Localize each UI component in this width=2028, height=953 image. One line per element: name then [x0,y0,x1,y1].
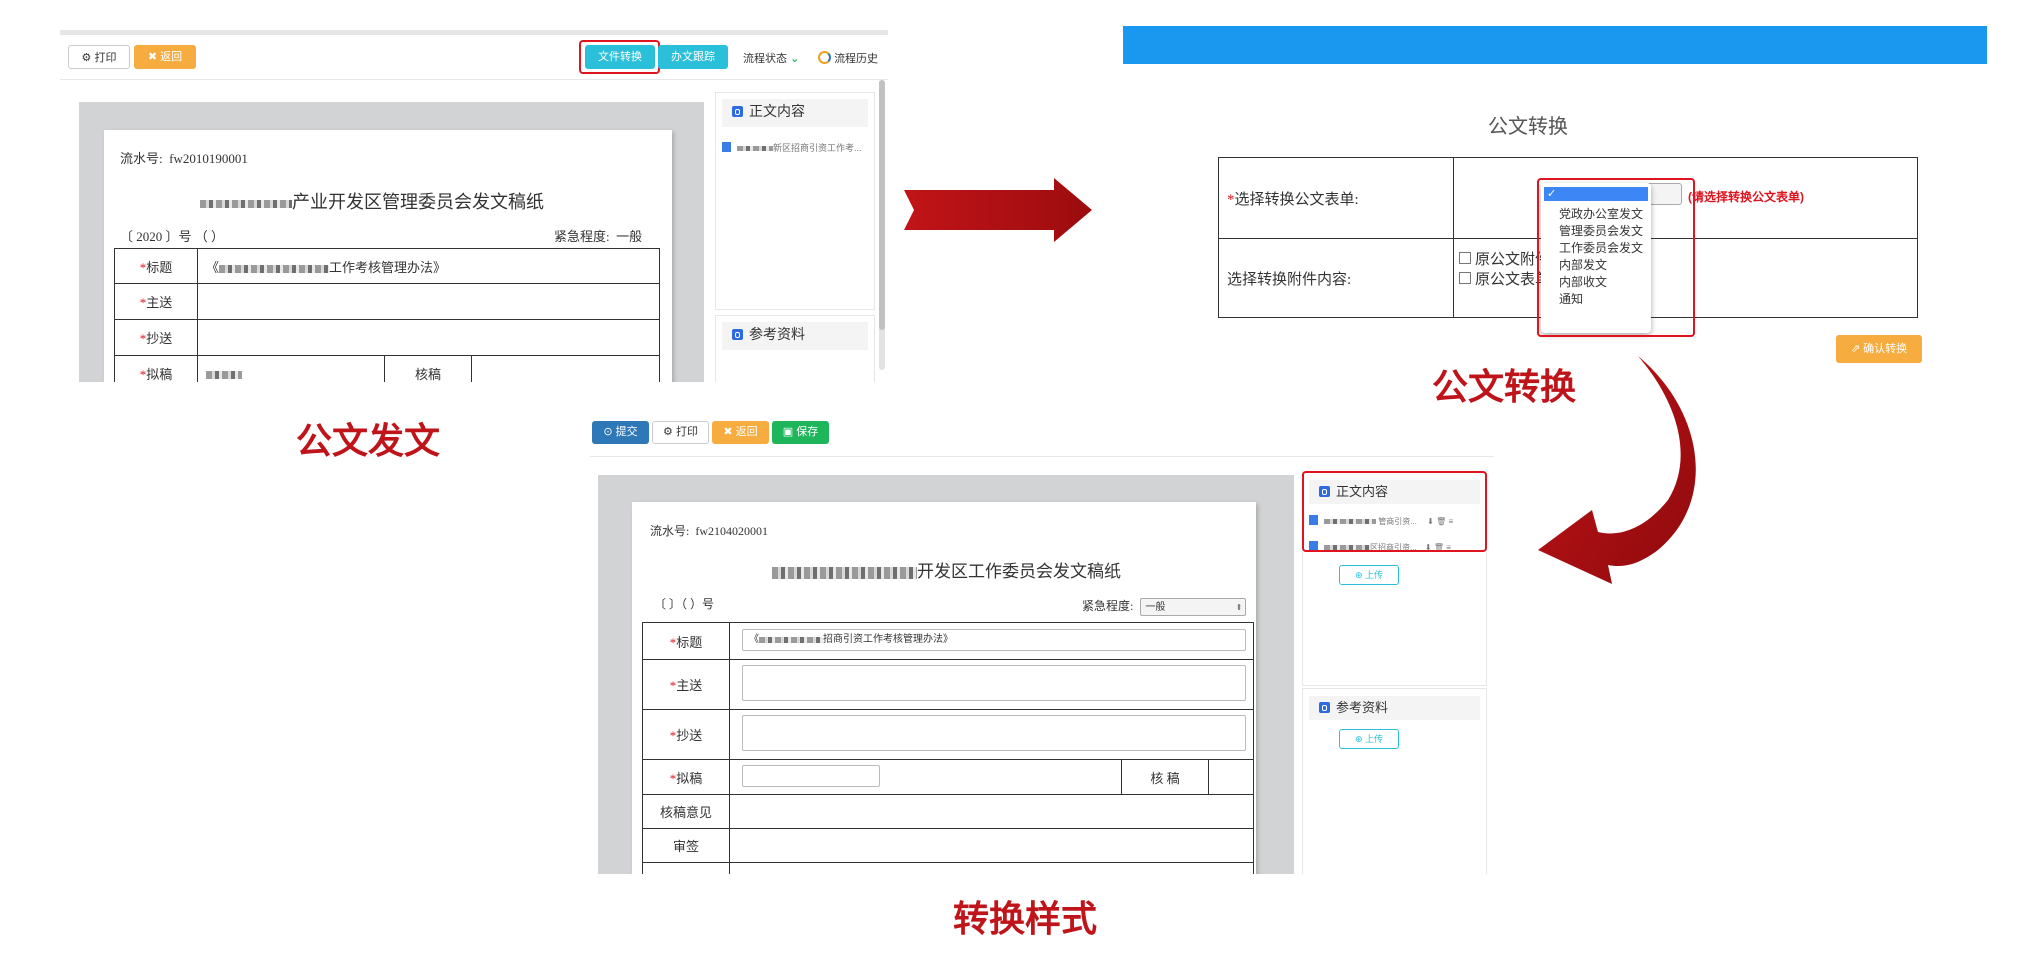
convert-title: 公文转换 [1488,116,1568,138]
side-reference-panel: 参考资料 ⊕ 上传 [1302,688,1487,874]
print-button[interactable]: ⚙ 打印 [652,421,709,444]
chevron-down-icon: ⌄ [790,53,800,65]
doc-paper: 流水号: fw2010190001 产业开发区管理委员会发文稿纸 〔 2020 … [104,130,672,382]
convert-top-bar [1123,26,1987,64]
doc-title: 开发区工作委员会发文稿纸 [772,557,1121,582]
scrollbar[interactable] [879,80,885,370]
upload-button[interactable]: ⊕ 上传 [1339,729,1399,749]
reference-header: 参考资料 [722,322,868,350]
urgency: 紧急程度: 一般 [554,229,643,244]
select-arrow-icon: ⇕ [1235,603,1243,613]
body-content-header: 正文内容 [722,99,868,127]
share-icon: ⇗ [1850,343,1861,355]
side-body-panel: 正文内容 新区招商引资工作考... [715,92,875,310]
screen-style: ⊙ 提交 ⚙ 打印 ✖ 返回 ▣ 保存 流水号: fw2104020001 开发… [590,420,1494,874]
curved-arrow-icon [1538,356,1696,584]
doc-paper: 流水号: fw2104020001 开发区工作委员会发文稿纸 〔 〕（ ）号 紧… [632,502,1256,874]
screen-convert: 公文转换 *选择转换公文表单: 选择转换附件内容: 原公文附件 原公文表单 (请… [1123,26,1987,366]
confirm-convert-button[interactable]: ⇗ 确认转换 [1836,335,1922,363]
back-button[interactable]: ✖ 返回 [712,421,769,444]
doc-title: 产业开发区管理委员会发文稿纸 [200,188,544,214]
urgency: 紧急程度: 一般 ⇕ [1082,597,1247,617]
attachment-icon [1319,702,1330,713]
checkbox-icon [1459,272,1471,284]
doc-number: 〔 〕（ ）号 [654,597,715,611]
serial-number: 流水号: fw2010190001 [120,151,248,166]
doc-number: 〔 2020 〕号 （ ） [120,229,225,244]
back-button[interactable]: ✖ 返回 [134,45,196,69]
circle-icon [818,51,831,64]
file-item[interactable]: 新区招商引资工作考... [722,141,862,154]
caption-style: 转换样式 [953,899,1098,940]
attachment-icon [732,106,743,117]
toolbar: ⊙ 提交 ⚙ 打印 ✖ 返回 ▣ 保存 [590,420,1494,457]
urgency-select[interactable]: 一般 ⇕ [1140,598,1247,617]
screen-send: ⚙ 打印 ✖ 返回 文件转换 办文跟踪 流程状态 ⌄ 流程历史 流水号: fw2… [60,30,888,382]
gear-icon: ⚙ [81,52,92,64]
highlight-file-convert [579,40,660,74]
select-hint: (请选择转换公文表单) [1688,190,1804,204]
main-send-input[interactable] [742,665,1246,701]
print-button[interactable]: ⚙ 打印 [68,45,130,69]
cc-input[interactable] [742,715,1246,751]
draft-input[interactable] [742,765,880,787]
save-icon: ▣ [782,426,794,438]
reference-header: 参考资料 [1309,696,1480,720]
checkbox-icon [1459,252,1471,264]
row1-label: 选择转换公文表单: [1234,191,1359,208]
clock-icon: ⊙ [603,426,613,438]
close-icon: ✖ [723,426,733,438]
upload-icon: ⊕ [1354,734,1363,744]
close-icon: ✖ [147,51,158,63]
flow-history-button[interactable]: 流程历史 [818,50,878,66]
row2-label: 选择转换附件内容: [1227,271,1352,288]
side-reference-panel: 参考资料 [715,315,875,382]
word-file-icon [722,142,731,152]
upload-button[interactable]: ⊕ 上传 [1339,565,1399,585]
submit-button[interactable]: ⊙ 提交 [592,421,649,444]
flow-status-dropdown[interactable]: 流程状态 ⌄ [743,50,799,66]
gear-icon: ⚙ [663,426,673,438]
upload-icon: ⊕ [1354,570,1363,580]
save-button[interactable]: ▣ 保存 [772,421,829,444]
serial-number: 流水号: fw2104020001 [650,524,769,538]
title-input[interactable]: 《招商引资工作考核管理办法》 [742,629,1246,651]
highlight-dropdown [1537,178,1695,337]
form-table: *标题《工作考核管理办法》 *主送 *抄送 *拟稿 核稿 [114,248,660,382]
attachment-icon [732,329,743,340]
caption-send: 公文发文 [296,421,441,462]
right-arrow-icon [904,178,1092,242]
toolbar: ⚙ 打印 ✖ 返回 文件转换 办文跟踪 流程状态 ⌄ 流程历史 [60,35,888,80]
highlight-body-files [1302,471,1487,552]
doc-track-button[interactable]: 办文跟踪 [658,45,728,69]
